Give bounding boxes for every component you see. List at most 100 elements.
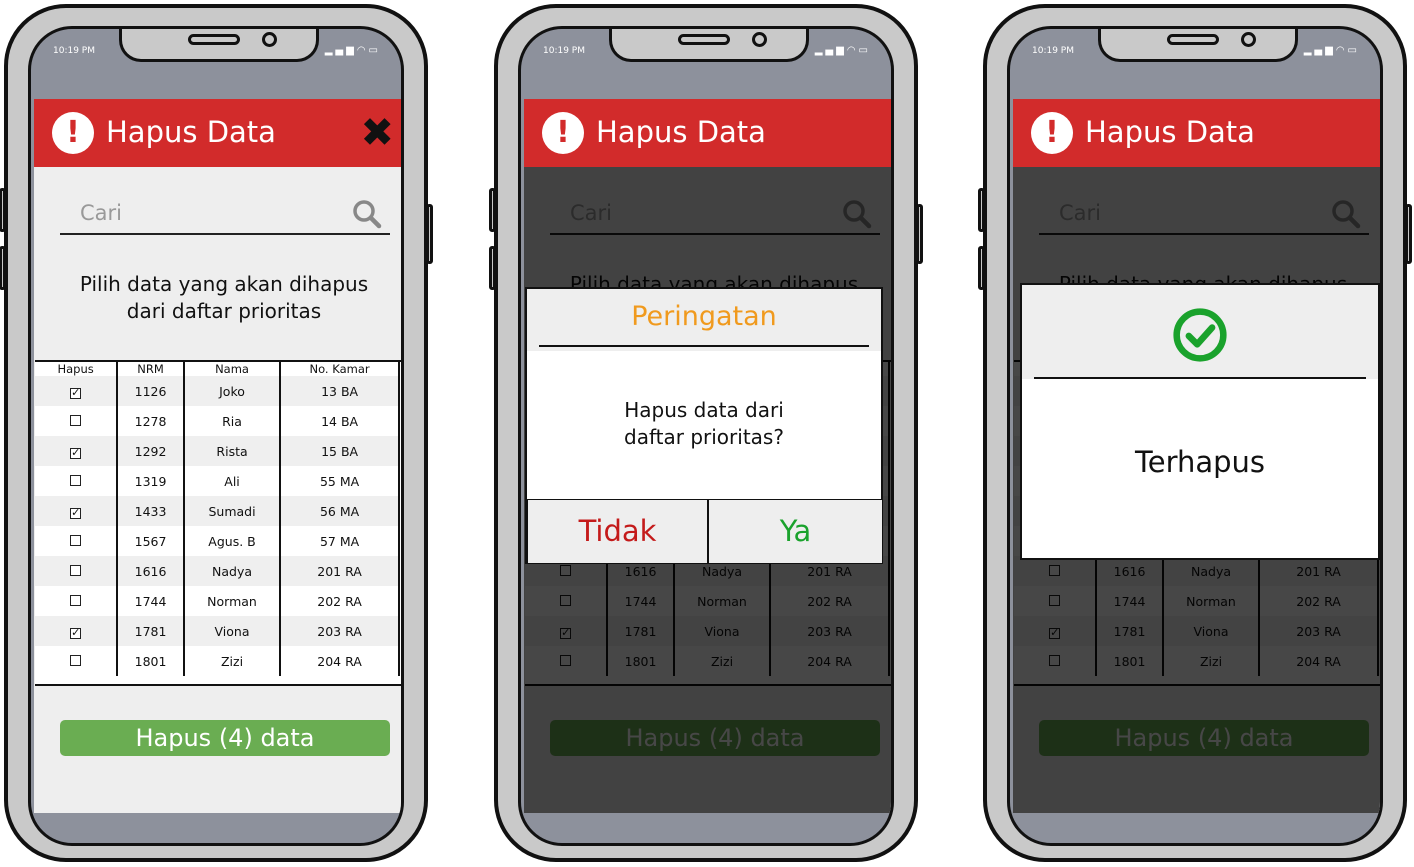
wifi-icon: ◠ [846, 45, 859, 56]
cell-hapus[interactable] [35, 556, 119, 586]
exclamation-circle-icon: ! [52, 112, 94, 154]
cell-nrm: 1616 [117, 556, 185, 586]
table-row[interactable]: 1616Nadya201 RA [35, 556, 400, 586]
status-icons: ▂▄▆◠▭ [325, 45, 381, 56]
cell-hapus[interactable]: ✓ [35, 616, 119, 646]
speaker [188, 34, 240, 45]
table-row[interactable]: 1801Zizi204 RA [35, 646, 400, 676]
battery-icon: ▭ [858, 45, 871, 56]
instruction-line-1: Pilih data yang akan dihapus [79, 272, 369, 296]
data-table: Hapus NRM Nama No. Kamar ✓1126Joko13 BA1… [35, 360, 404, 686]
cell-hapus[interactable]: ✓ [35, 496, 119, 526]
confirm-button[interactable]: Ya [708, 499, 883, 564]
check-circle-icon [1173, 308, 1227, 362]
app-header: ! Hapus Data [1013, 99, 1380, 167]
row-checkbox[interactable] [70, 594, 82, 606]
scroll-up-arrow-icon[interactable]: ▲ [1382, 362, 1383, 370]
instruction-text: Pilih data yang akan dihapus dari daftar… [34, 271, 401, 325]
dialog-divider [1034, 377, 1366, 379]
cell-kamar: 57 MA [280, 526, 400, 556]
row-checkbox[interactable]: ✓ [70, 447, 82, 459]
table-row[interactable]: ✓ 1433Sumadi56 MA [35, 496, 400, 526]
scroll-down-arrow-icon[interactable]: ▼ [1382, 674, 1383, 684]
cell-nrm: 1801 [117, 646, 185, 676]
cell-hapus[interactable]: ✓ [35, 376, 119, 406]
cell-nrm: 1126 [117, 376, 185, 406]
cell-nama: Agus. B [183, 526, 282, 556]
phone-frame: 10:19 PM ▂▄▆◠▭ ! Hapus Data Cari [978, 4, 1412, 862]
volume-up-button [0, 188, 6, 232]
cell-hapus[interactable] [35, 646, 119, 676]
scroll-down-arrow-icon[interactable]: ▼ [403, 674, 404, 684]
notch [609, 29, 809, 62]
cell-nama: Rista [183, 436, 282, 466]
cancel-button[interactable]: Tidak [527, 499, 708, 564]
app-header: ! Hapus Data [524, 99, 891, 167]
table-row[interactable]: 1567Agus. B57 MA [35, 526, 400, 556]
cell-nrm: 1567 [117, 526, 185, 556]
cell-nama: Ria [183, 406, 282, 436]
cell-kamar: 204 RA [280, 646, 400, 676]
page-title: Hapus Data [1085, 115, 1255, 149]
table-row[interactable]: 1278Ria14 BA [35, 406, 400, 436]
row-checkbox[interactable] [70, 534, 82, 546]
app-header: ! Hapus Data ✖ [34, 99, 401, 167]
status-time: 10:19 PM [53, 46, 95, 56]
scroll-down-arrow-icon[interactable]: ▼ [893, 674, 894, 684]
volume-up-button [978, 188, 985, 232]
phone-screen: 10:19 PM ▂▄▆◠▭ ! Hapus Data Cari [518, 26, 894, 846]
table-row[interactable]: ✓ 1292Rista15 BA [35, 436, 400, 466]
cell-hapus[interactable] [35, 586, 119, 616]
cell-hapus[interactable] [35, 526, 119, 556]
search-input[interactable]: Cari [80, 201, 122, 225]
volume-down-button [978, 246, 985, 290]
signal-icon: ▂▄▆ [814, 45, 847, 56]
row-checkbox[interactable] [70, 564, 82, 576]
column-header-nama: Nama [183, 362, 282, 376]
scroll-up-arrow-icon[interactable]: ▲ [893, 362, 894, 370]
dialog-message: Hapus data dari daftar prioritas? [527, 397, 881, 451]
table-scrollbar[interactable]: ▲ ▼ [1380, 362, 1383, 684]
row-checkbox[interactable] [70, 414, 82, 426]
signal-icon: ▂▄▆ [1303, 45, 1336, 56]
table-header-row: Hapus NRM Nama No. Kamar [35, 362, 400, 376]
notch [1098, 29, 1298, 62]
cell-nrm: 1278 [117, 406, 185, 436]
cell-hapus[interactable] [35, 406, 119, 436]
status-icons: ▂▄▆◠▭ [1304, 45, 1360, 56]
table-row[interactable]: ✓ 1126Joko13 BA [35, 376, 400, 406]
cell-kamar: 15 BA [280, 436, 400, 466]
row-checkbox[interactable]: ✓ [70, 507, 82, 519]
cell-hapus[interactable] [35, 466, 119, 496]
power-button [426, 204, 433, 264]
cell-nama: Viona [183, 616, 282, 646]
column-header-hapus: Hapus [35, 362, 119, 376]
row-checkbox[interactable]: ✓ [70, 387, 82, 399]
status-time: 10:19 PM [543, 46, 585, 56]
close-icon[interactable]: ✖ [360, 109, 394, 157]
table-row[interactable]: 1319Ali55 MA [35, 466, 400, 496]
battery-icon: ▭ [368, 45, 381, 56]
row-checkbox[interactable] [70, 654, 82, 666]
table-row[interactable]: 1744Norman202 RA [35, 586, 400, 616]
row-checkbox[interactable]: ✓ [70, 627, 82, 639]
phone-screen: 10:19 PM ▂▄▆◠▭ ! Hapus Data ✖ Cari Pilih… [28, 26, 404, 846]
cell-hapus[interactable]: ✓ [35, 436, 119, 466]
exclamation-circle-icon: ! [1031, 112, 1073, 154]
volume-down-button [0, 246, 6, 290]
cell-kamar: 55 MA [280, 466, 400, 496]
search-field[interactable]: Cari [60, 195, 390, 235]
volume-down-button [489, 246, 496, 290]
table-scrollbar[interactable]: ▲ ▼ [891, 362, 894, 684]
app-view: ! Hapus Data Cari Pilih data yang akan d… [524, 99, 894, 813]
wifi-icon: ◠ [356, 45, 369, 56]
scroll-up-arrow-icon[interactable]: ▲ [403, 362, 404, 370]
table-scrollbar[interactable]: ▲ ▼ [401, 362, 404, 684]
battery-icon: ▭ [1347, 45, 1360, 56]
delete-selected-button[interactable]: Hapus (4) data [60, 720, 390, 756]
row-checkbox[interactable] [70, 474, 82, 486]
search-icon[interactable] [352, 199, 382, 229]
camera [1241, 32, 1256, 47]
dialog-title: Peringatan [631, 301, 777, 332]
table-row[interactable]: ✓ 1781Viona203 RA [35, 616, 400, 646]
